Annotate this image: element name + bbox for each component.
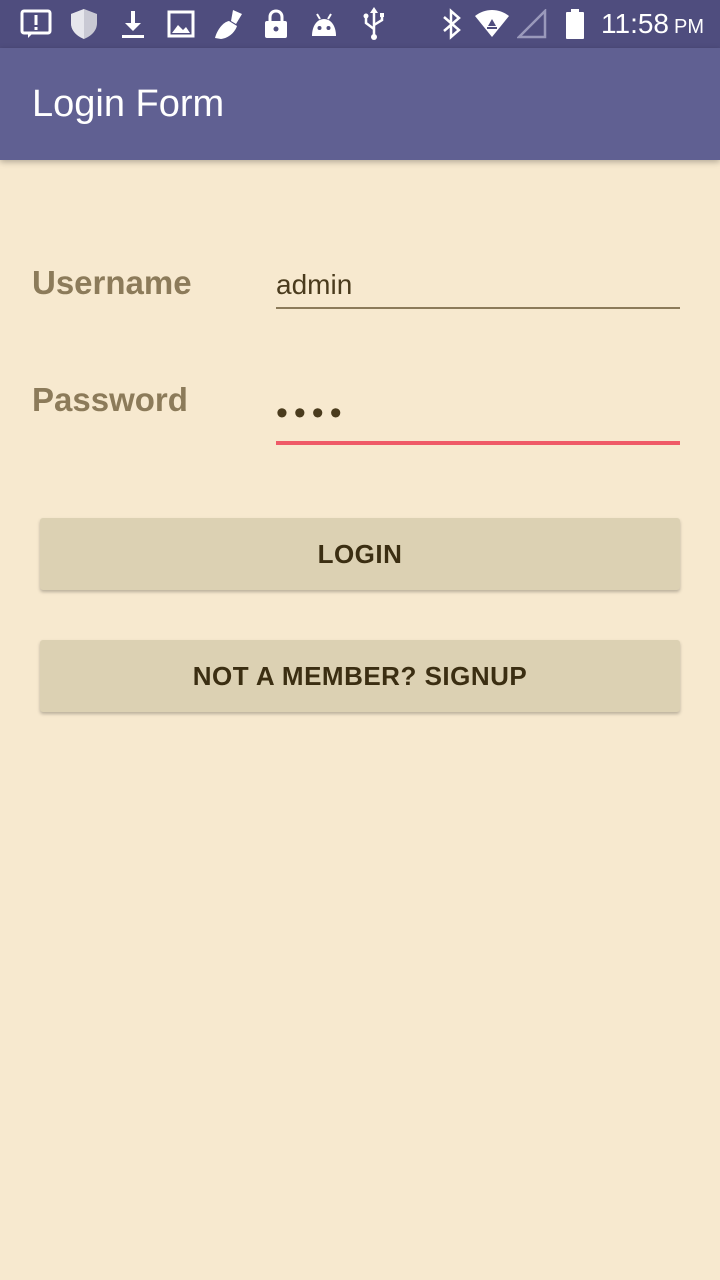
app-bar: Login Form bbox=[0, 48, 720, 160]
login-button[interactable]: LOGIN bbox=[40, 518, 680, 590]
username-field[interactable]: admin bbox=[276, 258, 680, 309]
status-clock: 11:58 PM bbox=[601, 0, 704, 48]
app-title: Login Form bbox=[32, 82, 225, 125]
password-field[interactable]: •••• bbox=[276, 380, 680, 445]
clock-ampm: PM bbox=[674, 15, 704, 38]
password-value: •••• bbox=[276, 394, 348, 432]
password-underline bbox=[276, 441, 680, 445]
bluetooth-icon bbox=[438, 6, 466, 42]
lock-icon bbox=[260, 6, 292, 42]
broom-icon bbox=[210, 6, 246, 42]
battery-icon bbox=[562, 6, 588, 42]
image-icon bbox=[164, 6, 198, 42]
username-value: admin bbox=[276, 269, 353, 300]
alert-icon bbox=[18, 6, 54, 42]
shield-icon bbox=[66, 6, 102, 42]
wifi-icon bbox=[472, 6, 512, 42]
password-label: Password bbox=[32, 381, 188, 418]
username-label: Username bbox=[32, 264, 192, 301]
signal-icon bbox=[516, 6, 548, 42]
username-underline bbox=[276, 307, 680, 309]
clock-time: 11:58 bbox=[601, 8, 669, 39]
usb-icon bbox=[358, 6, 390, 42]
signup-button[interactable]: NOT A MEMBER? SIGNUP bbox=[40, 640, 680, 712]
android-icon bbox=[306, 6, 342, 42]
download-icon bbox=[116, 6, 150, 42]
status-bar: 11:58 PM bbox=[0, 0, 720, 48]
